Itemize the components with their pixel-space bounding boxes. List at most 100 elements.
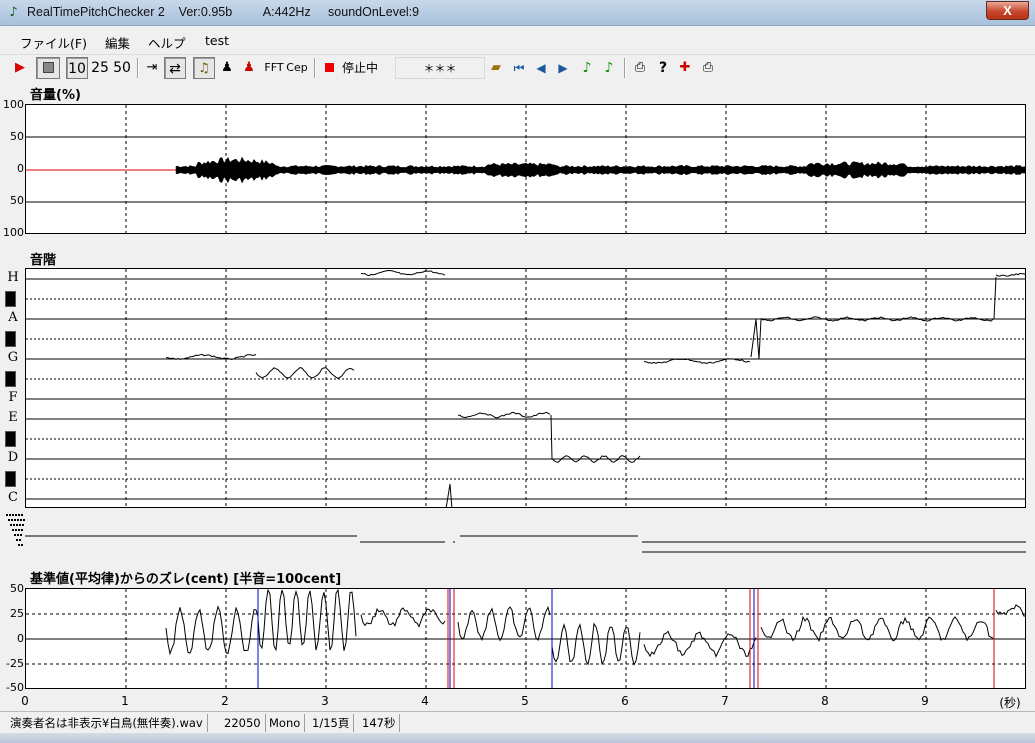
deviation-y-tick: -50 xyxy=(6,681,24,694)
scale-plot[interactable] xyxy=(25,268,1026,508)
stop-icon xyxy=(42,62,54,73)
strip-dot xyxy=(11,519,13,521)
pitch-trace xyxy=(26,269,1025,507)
strip-dot xyxy=(19,539,21,541)
strip-dot xyxy=(23,519,25,521)
volume-y-tick: 100 xyxy=(3,98,24,111)
strip-dot xyxy=(6,514,8,516)
speed-25-button[interactable]: 25 xyxy=(90,57,110,79)
x-tick: 2 xyxy=(221,694,229,708)
pitch-jump xyxy=(993,276,997,320)
strip-dot xyxy=(18,529,20,531)
step-forward-icon[interactable]: ▶ xyxy=(554,57,572,79)
x-tick: 6 xyxy=(621,694,629,708)
print-icon[interactable]: ⎙ xyxy=(630,57,650,79)
x-tick: 7 xyxy=(721,694,729,708)
x-tick: 1 xyxy=(121,694,129,708)
strip-dot xyxy=(21,529,23,531)
deviation-trace xyxy=(257,589,357,652)
strip-dot xyxy=(16,524,18,526)
menu-test[interactable]: test xyxy=(205,33,229,48)
deviation-trace xyxy=(643,630,757,658)
note-label-h: H xyxy=(7,270,19,285)
black-key xyxy=(5,431,16,447)
pitch-jump xyxy=(550,414,553,460)
x-tick: 3 xyxy=(321,694,329,708)
x-tick: 0 xyxy=(21,694,29,708)
pitch-trace-h xyxy=(360,269,446,277)
toolbar: ▶ 10 25 50 ⇥ ⇄ ♫ ♟ ♟ FFT Cep 停止中 ＊＊＊ ▰ ⏮… xyxy=(0,54,1035,80)
x-tick: 9 xyxy=(921,694,929,708)
note-icon[interactable]: ♪ xyxy=(578,57,596,79)
deviation-trace xyxy=(26,589,1025,688)
help-icon[interactable]: ? xyxy=(654,57,672,79)
status-page: 1/15頁 xyxy=(308,714,355,732)
person-red-icon[interactable]: ♟ xyxy=(240,57,258,79)
volume-y-tick: 50 xyxy=(10,130,24,143)
x-axis-unit: (秒) xyxy=(999,696,1021,710)
menu-help[interactable]: ヘルプ xyxy=(148,33,186,52)
deviation-plot[interactable] xyxy=(25,588,1026,689)
menu-edit[interactable]: 編集 xyxy=(105,33,130,52)
deviation-trace xyxy=(760,615,994,643)
person-icon[interactable]: ♟ xyxy=(218,57,236,79)
deviation-trace xyxy=(360,607,446,628)
speed-10-button[interactable]: 10 xyxy=(66,57,88,79)
deviation-y-tick: -25 xyxy=(6,657,24,670)
strip-dot xyxy=(17,534,19,536)
note-alt-icon[interactable]: ♪ xyxy=(600,57,618,79)
cep-button[interactable]: Cep xyxy=(286,57,308,79)
stop-button[interactable] xyxy=(36,57,60,79)
step-back-icon[interactable]: ◀ xyxy=(532,57,550,79)
strip-dot xyxy=(18,544,20,546)
loop-icon[interactable]: ⇄ xyxy=(164,57,186,79)
violin-icon[interactable]: ♫ xyxy=(193,57,215,79)
pitch-trace-e xyxy=(457,411,551,419)
close-button[interactable]: X xyxy=(986,1,1029,20)
strip-dot xyxy=(21,514,23,516)
strip-dot xyxy=(12,529,14,531)
x-tick: 8 xyxy=(821,694,829,708)
status-length: 147秒 xyxy=(358,714,401,732)
status-label: 停止中 xyxy=(342,61,379,75)
x-tick: 4 xyxy=(421,694,429,708)
record-stop-icon xyxy=(324,63,334,72)
black-key xyxy=(5,471,16,487)
deviation-y-tick: 0 xyxy=(17,632,24,645)
marker-icon[interactable]: ✚ xyxy=(676,57,694,79)
record-stop-button[interactable] xyxy=(320,57,338,79)
volume-plot[interactable] xyxy=(25,104,1026,234)
strip-dot xyxy=(22,524,24,526)
volume-y-tick: 100 xyxy=(3,226,24,239)
skip-start-icon[interactable]: ⏮ xyxy=(510,57,528,79)
taskbar-strip xyxy=(0,733,1035,743)
strip-dot xyxy=(14,534,16,536)
toolbar-separator xyxy=(137,58,139,78)
print-preview-icon[interactable]: ⎙ xyxy=(698,57,718,79)
deviation-trace xyxy=(457,605,551,642)
black-key xyxy=(5,331,16,347)
deviation-panel-title: 基準値(平均律)からのズレ(cent) [半音=100cent] xyxy=(30,572,342,587)
note-label-f: F xyxy=(8,390,18,405)
status-channels: Mono xyxy=(265,714,306,732)
deviation-y-tick: 25 xyxy=(10,607,24,620)
note-label-a: A xyxy=(8,310,18,325)
speed-50-button[interactable]: 50 xyxy=(112,57,132,79)
fft-button[interactable]: FFT xyxy=(262,57,286,79)
menu-bar: ファイル(F) 編集 ヘルプ test xyxy=(0,31,1035,52)
play-icon[interactable]: ▶ xyxy=(10,57,30,79)
strip-dot xyxy=(12,514,14,516)
volume-waveform xyxy=(26,105,1025,233)
title-bar: ♪ RealTimePitchChecker 2 Ver:0.95b A:442… xyxy=(0,0,1035,26)
folder-open-icon[interactable]: ▰ xyxy=(486,57,506,79)
black-key xyxy=(5,371,16,387)
jump-end-icon[interactable]: ⇥ xyxy=(143,57,161,79)
volume-panel-title: 音量(%) xyxy=(30,88,81,103)
status-file: 演奏者名は非表示¥白鳥(無伴奏).wav xyxy=(6,714,208,732)
note-label-d: D xyxy=(7,450,19,465)
volume-y-tick: 50 xyxy=(10,194,24,207)
strip-dot xyxy=(20,534,22,536)
strip-dot xyxy=(18,514,20,516)
x-tick: 5 xyxy=(521,694,529,708)
menu-file[interactable]: ファイル(F) xyxy=(20,33,87,52)
